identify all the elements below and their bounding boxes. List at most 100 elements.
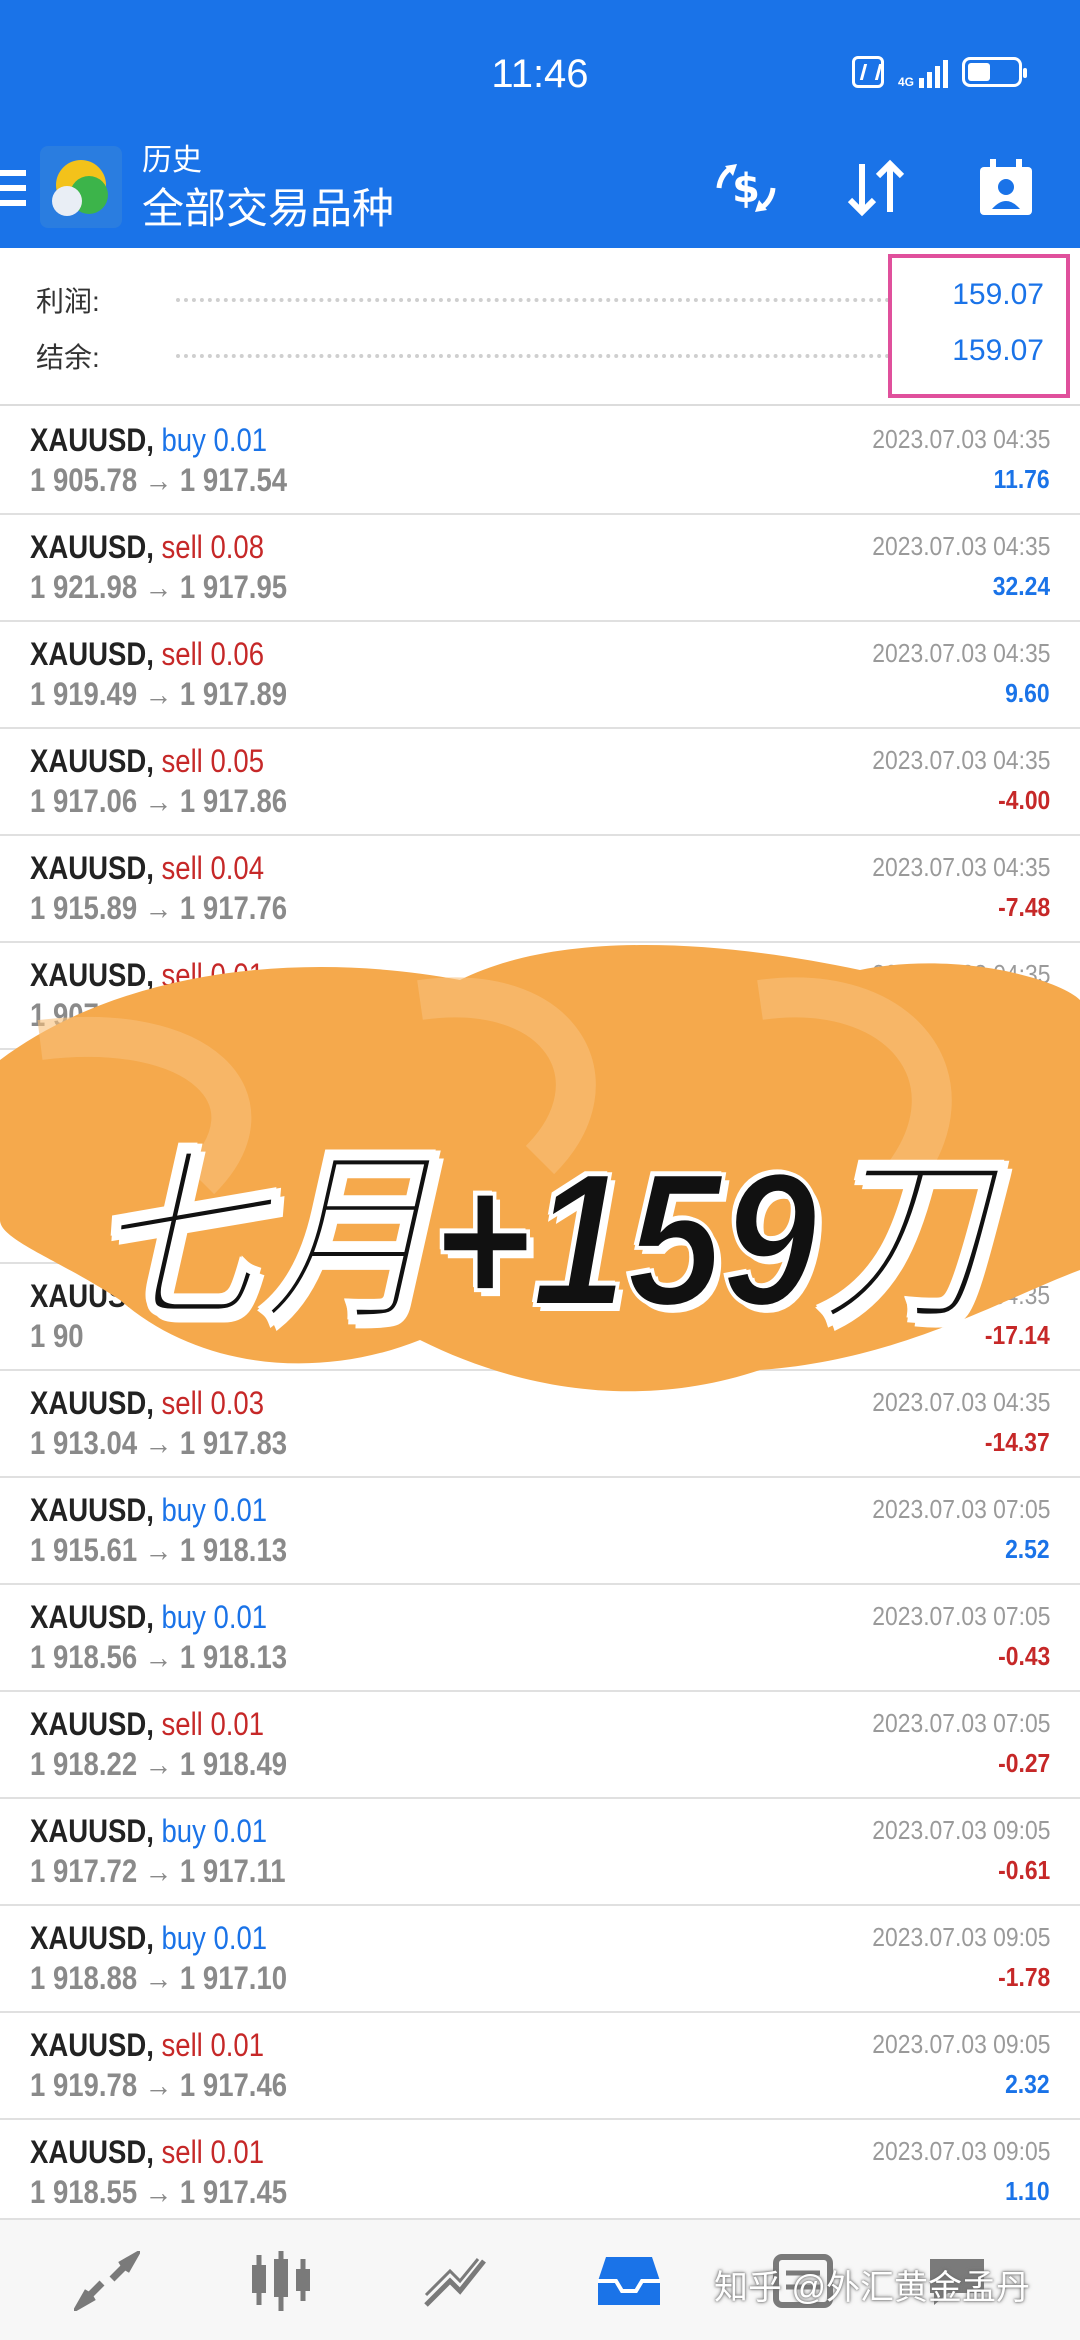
open-price: 1 907.01: [30, 997, 138, 1033]
svg-text:$: $: [732, 166, 760, 212]
trade-profit: -1.78: [997, 1962, 1050, 1992]
trade-volume: 0.01: [213, 1813, 268, 1849]
page-title: 全部交易品种: [142, 185, 395, 232]
close-price: 1 917.86: [179, 783, 288, 819]
status-icons: 4G: [851, 56, 1027, 89]
trade-volume: 0.06: [210, 636, 265, 672]
open-price: 1 917.06: [30, 783, 138, 819]
trade-profit: 2.52: [1005, 1534, 1050, 1564]
trade-symbol: XAUUSD: [30, 636, 147, 672]
overlay-caption: 七月+159刀: [88, 1132, 990, 1348]
trade-side: buy: [161, 1813, 206, 1849]
dotted-leader: [176, 298, 890, 302]
trade-symbol: XAUUSD: [30, 850, 147, 886]
open-price: 1 918.55: [30, 2174, 138, 2210]
close-price: 1 918.49: [179, 1746, 288, 1782]
close-price: 1 917.83: [179, 1425, 288, 1461]
app-actions: $: [710, 152, 1042, 224]
trade-time: 2023.07.03 04:35: [871, 1387, 1050, 1417]
trade-row[interactable]: XAUUSD, buy 0.01 1 918.56 → 1 918.13 2023.…: [0, 1585, 1080, 1692]
open-price: 1 919.49: [30, 676, 138, 712]
close-price: 1 917.54: [179, 462, 288, 498]
trade-symbol: XAUUSD: [30, 743, 147, 779]
trade-row[interactable]: XAUUSD, buy 0.01 1 917.72 → 1 917.11 2023.…: [0, 1799, 1080, 1906]
trade-symbol: XAUUSD: [30, 2134, 147, 2170]
trade-row[interactable]: XAUUSD, sell 0.06 1 919.49 → 1 917.89 2023…: [0, 622, 1080, 729]
trade-prices: 1 917.72 → 1 917.11: [30, 1853, 286, 1889]
trade-row[interactable]: XAUUSD, sell 0.08 1 921.98 → 1 917.95 2023…: [0, 515, 1080, 622]
trade-row[interactable]: XAUUSD, buy 0.01 1 918.88 → 1 917.10 2023.…: [0, 1906, 1080, 2013]
trade-time: 2023.07.03 09:05: [871, 1922, 1050, 1952]
trade-row[interactable]: XAUUSD, sell 0.01 1 918.22 → 1 918.49 2023…: [0, 1692, 1080, 1799]
trade-profit: -14.37: [985, 1427, 1050, 1457]
trade-symbol: XAUUSD: [30, 1385, 147, 1421]
trade-profit: 32.24: [992, 571, 1050, 601]
open-price: 1 918.56: [30, 1639, 138, 1675]
network-type: 4G: [897, 75, 914, 89]
trade-header: XAUUSD, sell 0.08: [30, 529, 265, 565]
trade-header: XAUUSD, sell 0.01: [30, 2027, 265, 2063]
trade-row[interactable]: XAUUSD, sell 0.01 1 907.01 2023.07.03 04:3…: [0, 943, 1080, 1050]
chart-candles-icon[interactable]: [244, 2246, 318, 2316]
menu-icon[interactable]: [0, 170, 26, 206]
trade-row[interactable]: XAUUSD, sell 0.05 1 917.06 → 1 917.86 2023…: [0, 729, 1080, 836]
dotted-leader: [176, 354, 890, 358]
trade-header: XAUUSD, sell 0.04: [30, 850, 265, 886]
trade-header: XAUUSD, buy 0.01: [30, 1920, 268, 1956]
trade-row[interactable]: XAUUSD, sell 0.04 1 915.89 → 1 917.76 2023…: [0, 836, 1080, 943]
trade-row[interactable]: XAUUSD, sell 0.01 1 918.55 → 1 917.45 2023…: [0, 2120, 1080, 2227]
trade-prices: 1 921.98 → 1 917.95: [30, 569, 288, 605]
close-price: 1 917.10: [179, 1960, 288, 1996]
trade-time: 2023.07.03 04:35: [871, 638, 1050, 668]
trade-side: buy: [161, 422, 206, 458]
trade-side: sell: [161, 1706, 203, 1742]
trade-header: XAUUSD, sell 0.01: [30, 957, 265, 993]
trade-header: XAUUSD, sell 0.05: [30, 743, 265, 779]
page-subtitle: 历史: [142, 144, 202, 177]
close-price: 1 917.95: [179, 569, 288, 605]
trade-symbol: XAUUSD: [30, 957, 147, 993]
trade-symbol: XAUUSD: [30, 1599, 147, 1635]
trade-symbol: XAUUSD: [30, 1492, 147, 1528]
trade-profit: 2.32: [1005, 2069, 1050, 2099]
trade-header: XAUUSD, sell 0.01: [30, 2134, 265, 2170]
open-price: 1 919.78: [30, 2067, 138, 2103]
trade-time: 2023.07.03 09:05: [871, 2136, 1050, 2166]
trade-volume: 0.01: [213, 1492, 268, 1528]
trade-volume: 0.03: [210, 1385, 265, 1421]
title-block[interactable]: 历史 全部交易品种: [142, 142, 394, 236]
trade-profit: 11.76: [993, 464, 1050, 494]
trade-profit: 1.10: [1005, 2176, 1050, 2206]
history-inbox-icon[interactable]: [592, 2246, 666, 2316]
sort-icon[interactable]: [840, 152, 912, 224]
trade-icon[interactable]: [418, 2246, 492, 2316]
trade-row[interactable]: XAUUSD, sell 0.01 1 919.78 → 1 917.46 2023…: [0, 2013, 1080, 2120]
trade-prices: 1 918.56 → 1 918.13: [30, 1639, 288, 1675]
battery-icon: [962, 57, 1027, 87]
trade-symbol: XAUUSD: [30, 1920, 147, 1956]
trade-time: 2023.07.03 04:35: [871, 424, 1050, 454]
trade-prices: 1 919.78 → 1 917.46: [30, 2067, 288, 2103]
app-bar: 历史 全部交易品种 $: [0, 130, 1080, 248]
trade-side: sell: [161, 957, 203, 993]
trade-volume: 0.01: [210, 1706, 265, 1742]
trade-volume: 0.01: [213, 1920, 268, 1956]
trade-time: 2023.07.03 04:35: [871, 852, 1050, 882]
trade-row[interactable]: XAUUSD, sell 0.03 1 913.04 → 1 917.83 2023…: [0, 1371, 1080, 1478]
profit-label: 利润:: [36, 286, 100, 317]
currency-exchange-icon[interactable]: $: [710, 152, 782, 224]
close-price: 1 917.45: [179, 2174, 288, 2210]
trade-time: 04:35: [992, 1280, 1050, 1310]
calendar-account-icon[interactable]: [970, 152, 1042, 224]
close-price: 1 917.76: [179, 890, 288, 926]
quotes-icon[interactable]: [70, 2246, 144, 2316]
trade-side: sell: [161, 529, 203, 565]
trade-row[interactable]: XAUUSD, buy 0.01 1 905.78 → 1 917.54 2023.…: [0, 408, 1080, 515]
trade-header: XAUUSD, buy 0.01: [30, 1599, 268, 1635]
trade-volume: 0.08: [210, 529, 265, 565]
open-price: 1 905.78: [30, 462, 138, 498]
trade-prices: 1 905.78 → 1 917.54: [30, 462, 288, 498]
trade-row[interactable]: XAUUSD, buy 0.01 1 915.61 → 1 918.13 2023.…: [0, 1478, 1080, 1585]
trade-volume: 0.01: [213, 422, 268, 458]
trade-profit: -17.14: [985, 1320, 1050, 1350]
